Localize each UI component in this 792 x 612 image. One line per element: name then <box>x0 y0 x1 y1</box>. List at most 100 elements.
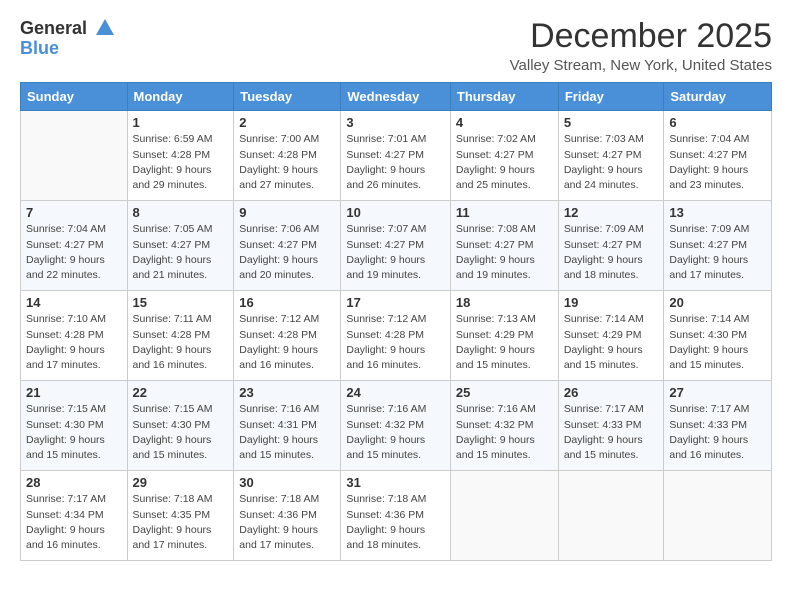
calendar-header-row: SundayMondayTuesdayWednesdayThursdayFrid… <box>21 83 772 111</box>
day-number: 14 <box>26 295 122 310</box>
day-detail: Sunrise: 7:02 AM Sunset: 4:27 PM Dayligh… <box>456 132 553 193</box>
day-detail: Sunrise: 7:13 AM Sunset: 4:29 PM Dayligh… <box>456 312 553 373</box>
day-detail: Sunrise: 7:17 AM Sunset: 4:34 PM Dayligh… <box>26 492 122 553</box>
day-number: 1 <box>133 115 229 130</box>
day-number: 26 <box>564 385 659 400</box>
day-detail: Sunrise: 7:04 AM Sunset: 4:27 PM Dayligh… <box>669 132 766 193</box>
day-detail: Sunrise: 7:01 AM Sunset: 4:27 PM Dayligh… <box>346 132 445 193</box>
calendar-cell: 6Sunrise: 7:04 AM Sunset: 4:27 PM Daylig… <box>664 111 772 201</box>
calendar-week-3: 14 Sunrise: 7:10 AM Sunset: 4:28 PM Dayli… <box>21 291 772 381</box>
day-number: 19 <box>564 295 659 310</box>
day-detail: Sunrise: 7:17 AM Sunset: 4:33 PM Dayligh… <box>564 402 659 463</box>
title-block: December 2025 Valley Stream, New York, U… <box>510 18 772 74</box>
day-detail: Sunrise: 7:15 AM Sunset: 4:30 PM Dayligh… <box>133 402 229 463</box>
day-number: 25 <box>456 385 553 400</box>
calendar-cell: 1 Sunrise: 6:59 AM Sunset: 4:28 PM Daylig… <box>127 111 234 201</box>
day-detail: Sunrise: 7:11 AM Sunset: 4:28 PM Dayligh… <box>133 312 229 373</box>
calendar-cell: 20Sunrise: 7:14 AM Sunset: 4:30 PM Dayli… <box>664 291 772 381</box>
day-number: 10 <box>346 205 445 220</box>
day-detail: Sunrise: 7:16 AM Sunset: 4:32 PM Dayligh… <box>456 402 553 463</box>
day-number: 22 <box>133 385 229 400</box>
calendar-cell: 30 Sunrise: 7:18 AM Sunset: 4:36 PM Dayli… <box>234 471 341 561</box>
day-number: 13 <box>669 205 766 220</box>
day-number: 23 <box>239 385 335 400</box>
day-number: 18 <box>456 295 553 310</box>
day-detail: Sunrise: 7:10 AM Sunset: 4:28 PM Dayligh… <box>26 312 122 373</box>
day-number: 3 <box>346 115 445 130</box>
calendar-week-5: 28 Sunrise: 7:17 AM Sunset: 4:34 PM Dayli… <box>21 471 772 561</box>
calendar-cell: 28 Sunrise: 7:17 AM Sunset: 4:34 PM Dayli… <box>21 471 128 561</box>
day-number: 12 <box>564 205 659 220</box>
calendar-cell: 29 Sunrise: 7:18 AM Sunset: 4:35 PM Dayli… <box>127 471 234 561</box>
calendar-cell: 24 Sunrise: 7:16 AM Sunset: 4:32 PM Dayli… <box>341 381 451 471</box>
calendar-cell: 5 Sunrise: 7:03 AM Sunset: 4:27 PM Daylig… <box>558 111 664 201</box>
calendar-cell: 25 Sunrise: 7:16 AM Sunset: 4:32 PM Dayli… <box>450 381 558 471</box>
calendar-cell: 22 Sunrise: 7:15 AM Sunset: 4:30 PM Dayli… <box>127 381 234 471</box>
day-number: 16 <box>239 295 335 310</box>
day-number: 11 <box>456 205 553 220</box>
day-detail: Sunrise: 7:09 AM Sunset: 4:27 PM Dayligh… <box>669 222 766 283</box>
day-detail: Sunrise: 7:18 AM Sunset: 4:35 PM Dayligh… <box>133 492 229 553</box>
calendar-week-4: 21Sunrise: 7:15 AM Sunset: 4:30 PM Dayli… <box>21 381 772 471</box>
calendar-cell <box>664 471 772 561</box>
calendar-cell: 11 Sunrise: 7:08 AM Sunset: 4:27 PM Dayli… <box>450 201 558 291</box>
day-number: 24 <box>346 385 445 400</box>
calendar-cell: 18 Sunrise: 7:13 AM Sunset: 4:29 PM Dayli… <box>450 291 558 381</box>
day-detail: Sunrise: 7:05 AM Sunset: 4:27 PM Dayligh… <box>133 222 229 283</box>
logo-text: General <box>20 18 116 39</box>
calendar-header-monday: Monday <box>127 83 234 111</box>
day-detail: Sunrise: 6:59 AM Sunset: 4:28 PM Dayligh… <box>133 132 229 193</box>
day-detail: Sunrise: 7:06 AM Sunset: 4:27 PM Dayligh… <box>239 222 335 283</box>
day-number: 27 <box>669 385 766 400</box>
calendar-cell: 19Sunrise: 7:14 AM Sunset: 4:29 PM Dayli… <box>558 291 664 381</box>
day-detail: Sunrise: 7:18 AM Sunset: 4:36 PM Dayligh… <box>239 492 335 553</box>
page-container: General Blue December 2025 Valley Stream… <box>0 0 792 571</box>
header: General Blue December 2025 Valley Stream… <box>20 18 772 74</box>
calendar-cell: 13 Sunrise: 7:09 AM Sunset: 4:27 PM Dayli… <box>664 201 772 291</box>
calendar-cell: 17 Sunrise: 7:12 AM Sunset: 4:28 PM Dayli… <box>341 291 451 381</box>
calendar-cell <box>21 111 128 201</box>
calendar-header-sunday: Sunday <box>21 83 128 111</box>
day-number: 8 <box>133 205 229 220</box>
day-detail: Sunrise: 7:04 AM Sunset: 4:27 PM Dayligh… <box>26 222 122 283</box>
day-number: 4 <box>456 115 553 130</box>
day-number: 2 <box>239 115 335 130</box>
calendar-header-thursday: Thursday <box>450 83 558 111</box>
calendar-header-tuesday: Tuesday <box>234 83 341 111</box>
day-detail: Sunrise: 7:08 AM Sunset: 4:27 PM Dayligh… <box>456 222 553 283</box>
day-number: 30 <box>239 475 335 490</box>
day-number: 5 <box>564 115 659 130</box>
day-detail: Sunrise: 7:12 AM Sunset: 4:28 PM Dayligh… <box>346 312 445 373</box>
day-detail: Sunrise: 7:03 AM Sunset: 4:27 PM Dayligh… <box>564 132 659 193</box>
logo-blue: Blue <box>20 38 59 58</box>
day-number: 31 <box>346 475 445 490</box>
calendar-cell: 7Sunrise: 7:04 AM Sunset: 4:27 PM Daylig… <box>21 201 128 291</box>
calendar-cell <box>450 471 558 561</box>
calendar-cell: 26 Sunrise: 7:17 AM Sunset: 4:33 PM Dayli… <box>558 381 664 471</box>
day-detail: Sunrise: 7:15 AM Sunset: 4:30 PM Dayligh… <box>26 402 122 463</box>
day-number: 17 <box>346 295 445 310</box>
logo: General Blue <box>20 18 116 59</box>
calendar-cell: 9 Sunrise: 7:06 AM Sunset: 4:27 PM Daylig… <box>234 201 341 291</box>
day-number: 29 <box>133 475 229 490</box>
day-number: 28 <box>26 475 122 490</box>
calendar-cell: 14 Sunrise: 7:10 AM Sunset: 4:28 PM Dayli… <box>21 291 128 381</box>
day-detail: Sunrise: 7:17 AM Sunset: 4:33 PM Dayligh… <box>669 402 766 463</box>
main-title: December 2025 <box>510 18 772 55</box>
calendar-cell: 4 Sunrise: 7:02 AM Sunset: 4:27 PM Daylig… <box>450 111 558 201</box>
day-number: 9 <box>239 205 335 220</box>
day-number: 15 <box>133 295 229 310</box>
day-detail: Sunrise: 7:00 AM Sunset: 4:28 PM Dayligh… <box>239 132 335 193</box>
calendar-cell: 23Sunrise: 7:16 AM Sunset: 4:31 PM Dayli… <box>234 381 341 471</box>
calendar-header-friday: Friday <box>558 83 664 111</box>
subtitle: Valley Stream, New York, United States <box>510 57 772 74</box>
calendar-cell: 10 Sunrise: 7:07 AM Sunset: 4:27 PM Dayli… <box>341 201 451 291</box>
logo-icon <box>94 17 116 39</box>
day-detail: Sunrise: 7:09 AM Sunset: 4:27 PM Dayligh… <box>564 222 659 283</box>
calendar-cell: 27 Sunrise: 7:17 AM Sunset: 4:33 PM Dayli… <box>664 381 772 471</box>
day-detail: Sunrise: 7:16 AM Sunset: 4:32 PM Dayligh… <box>346 402 445 463</box>
logo-general: General <box>20 18 87 38</box>
calendar-cell: 12 Sunrise: 7:09 AM Sunset: 4:27 PM Dayli… <box>558 201 664 291</box>
day-detail: Sunrise: 7:07 AM Sunset: 4:27 PM Dayligh… <box>346 222 445 283</box>
calendar-cell: 8 Sunrise: 7:05 AM Sunset: 4:27 PM Daylig… <box>127 201 234 291</box>
